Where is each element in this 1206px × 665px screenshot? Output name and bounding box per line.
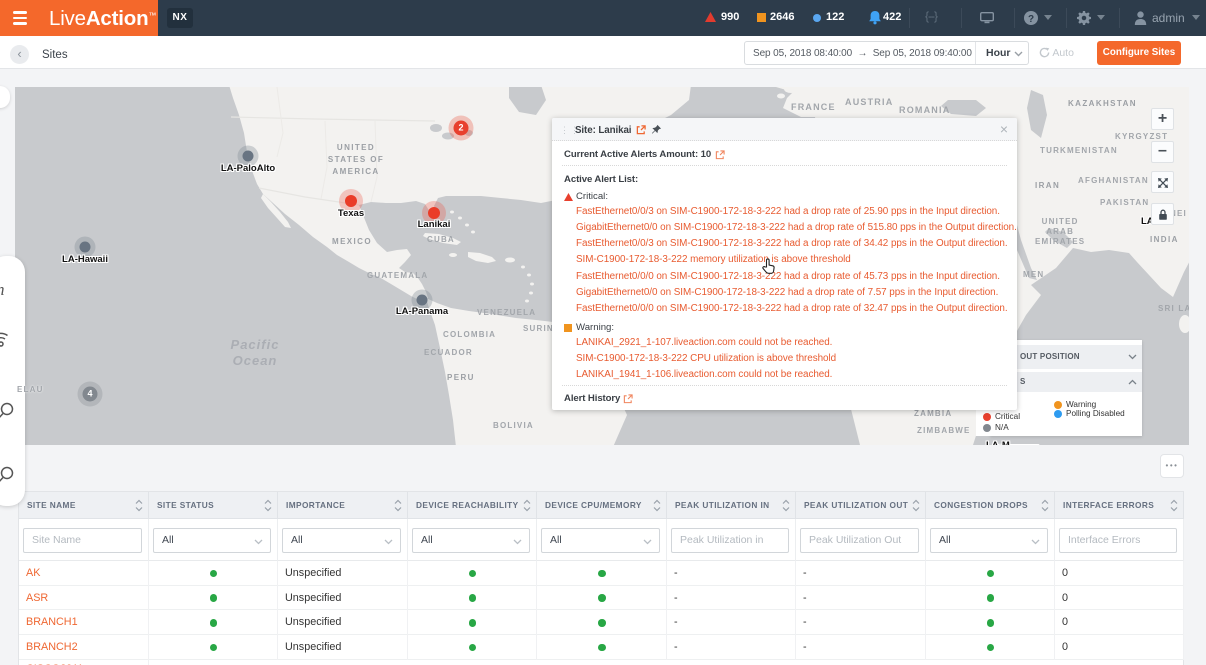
svg-text:?: ? (1028, 14, 1034, 25)
